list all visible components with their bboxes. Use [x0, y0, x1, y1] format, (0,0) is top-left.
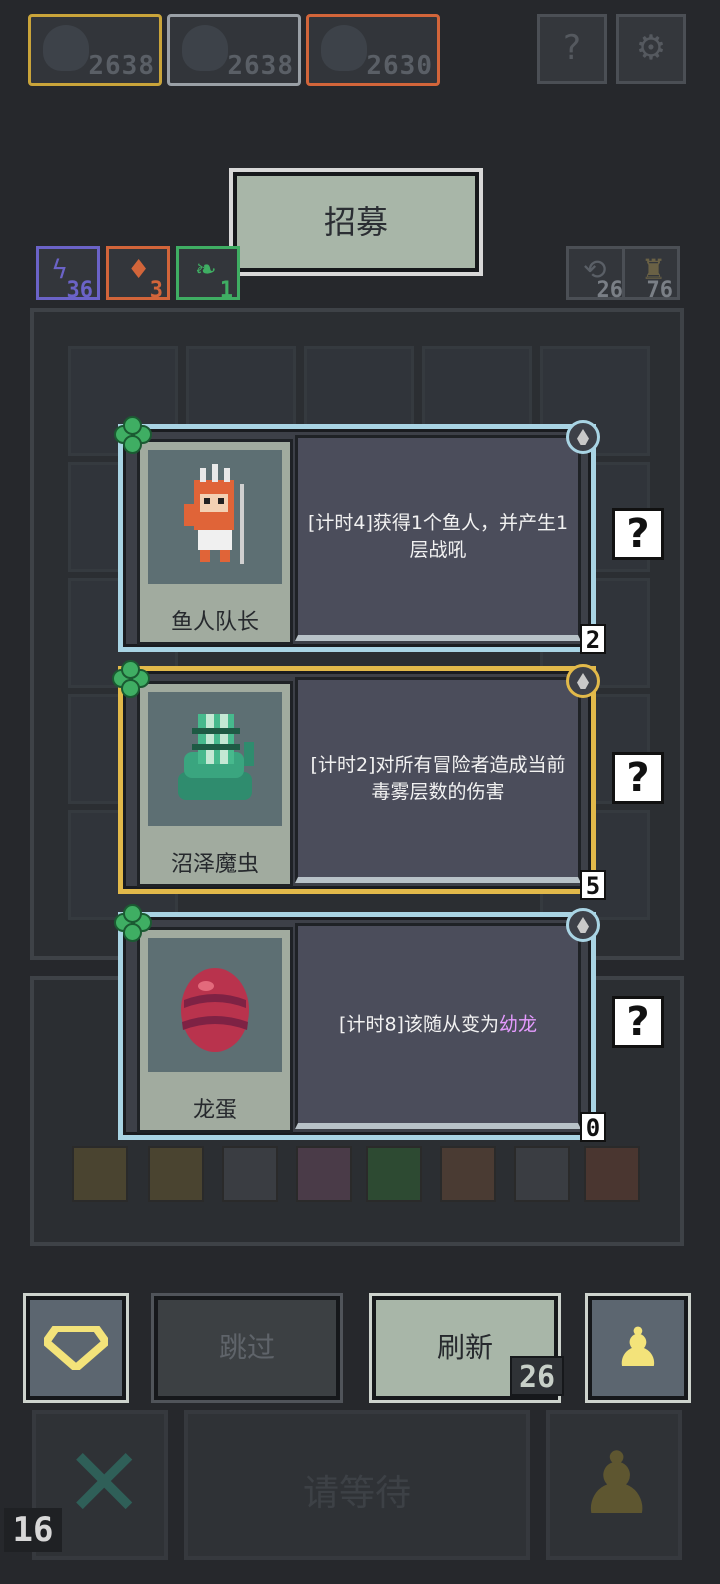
orb-icon	[321, 25, 367, 71]
card-tier: 0	[580, 1112, 606, 1142]
skip-button[interactable]: 跳过	[154, 1296, 340, 1400]
settings-button[interactable]: ⚙	[616, 14, 686, 84]
pawn-icon: ♟	[578, 1434, 656, 1534]
card-description: [计时8]该随从变为幼龙	[339, 1013, 537, 1035]
recruit-card-3[interactable]: 龙蛋 [计时8]该随从变为幼龙	[118, 912, 596, 1140]
card-description-box: [计时8]该随从变为幼龙	[295, 923, 581, 1129]
refresh-cost: 26	[510, 1356, 564, 1396]
card-name: 沼泽魔虫	[170, 852, 259, 877]
resource-count: 2638	[88, 51, 155, 81]
orb-icon	[182, 25, 228, 71]
battle-axe-icon	[584, 1146, 640, 1202]
recruit-card-1[interactable]: 鱼人队长 [计时4]获得1个鱼人，并产生1层战吼	[118, 424, 596, 652]
card-description-box: [计时4]获得1个鱼人，并产生1层战吼	[295, 435, 581, 641]
recruit-title: 招募	[233, 172, 479, 272]
resource-count: 2638	[227, 51, 294, 81]
card-tier: 5	[580, 870, 606, 900]
diamond-icon	[44, 1326, 108, 1370]
fork-icon	[148, 1146, 204, 1202]
resource-slot-2: 2638	[167, 14, 301, 86]
dragon-egg-sprite	[148, 938, 282, 1072]
leaf-icon: ❧	[195, 255, 217, 285]
card-help-button[interactable]: ?	[612, 996, 664, 1048]
resource-slot-1: 2638	[28, 14, 162, 86]
shop-button[interactable]	[26, 1296, 126, 1400]
card-name: 鱼人队长	[170, 610, 259, 635]
swamp-worm-sprite	[148, 692, 282, 826]
stat-leaf: ❧ 1	[176, 246, 240, 303]
resource-count: 2630	[366, 51, 433, 81]
stat-flame: ♦ 3	[106, 246, 170, 303]
resource-slot-3: 2630	[306, 14, 440, 86]
leaf-card-icon	[366, 1146, 422, 1202]
pawn-icon: ♟	[613, 1316, 663, 1379]
stat-refresh: ⟲ 26	[566, 246, 630, 303]
murloc-captain-sprite	[148, 450, 282, 584]
card-help-button[interactable]: ?	[612, 508, 664, 560]
close-icon: ✕	[64, 1427, 145, 1539]
wait-button[interactable]: 请等待	[184, 1410, 530, 1560]
card-help-button[interactable]: ?	[612, 752, 664, 804]
clover-icon	[112, 660, 152, 700]
flame-icon: ♦	[127, 255, 151, 285]
beast-icon	[296, 1146, 352, 1202]
party-button[interactable]: ♟	[588, 1296, 688, 1400]
ready-button[interactable]: ♟	[546, 1410, 682, 1560]
wait-label: 请等待	[302, 1473, 411, 1514]
card-description: [计时4]获得1个鱼人，并产生1层战吼	[307, 511, 569, 561]
pin-icon	[566, 420, 600, 454]
clover-icon	[114, 904, 154, 944]
stat-key: ♜ 76	[622, 246, 680, 303]
round-number: 16	[4, 1508, 62, 1552]
card-description-box: [计时2]对所有冒险者造成当前毒雾层数的伤害	[295, 677, 581, 883]
orb-icon	[43, 25, 89, 71]
stat-lightning: ϟ 36	[36, 246, 100, 303]
recruit-card-2[interactable]: 沼泽魔虫 [计时2]对所有冒险者造成当前毒雾层数的伤害	[118, 666, 596, 894]
pin-icon	[566, 664, 600, 698]
sword-icon	[514, 1146, 570, 1202]
dagger-icon	[222, 1146, 278, 1202]
pin-icon	[566, 908, 600, 942]
card-portrait: 沼泽魔虫	[137, 681, 293, 887]
card-description: [计时2]对所有冒险者造成当前毒雾层数的伤害	[310, 753, 566, 803]
card-portrait: 鱼人队长	[137, 439, 293, 645]
highlight-keyword: 幼龙	[498, 1013, 537, 1035]
axe-icon	[72, 1146, 128, 1202]
help-button[interactable]: ?	[537, 14, 607, 84]
clover-icon	[114, 416, 154, 456]
hand-icon	[440, 1146, 496, 1202]
card-tier: 2	[580, 624, 606, 654]
card-name: 龙蛋	[192, 1098, 237, 1123]
card-portrait: 龙蛋	[137, 927, 293, 1133]
